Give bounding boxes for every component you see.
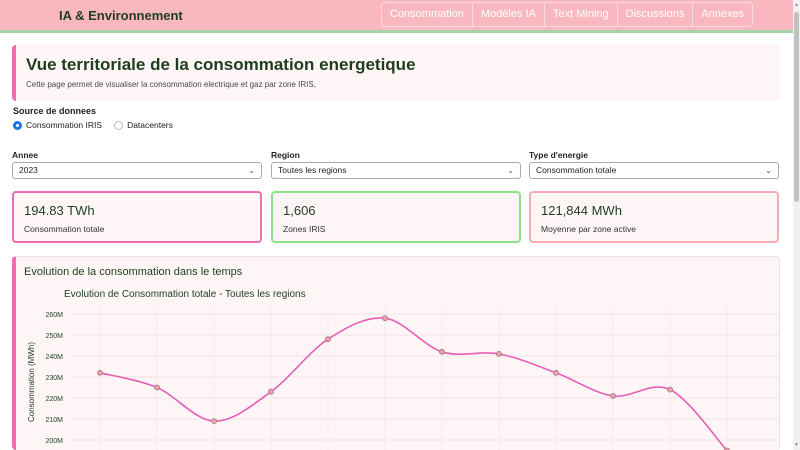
source-radio-group: Consommation IRIS Datacenters bbox=[13, 120, 185, 130]
metric-card-iris-zones: 1,606 Zones IRIS bbox=[271, 191, 521, 243]
metric-card-average: 121,844 MWh Moyenne par zone active bbox=[529, 191, 779, 243]
source-label: Source de donnees bbox=[13, 106, 97, 116]
page-title: Vue territoriale de la consommation ener… bbox=[26, 55, 416, 74]
nav-item-modeles-ia[interactable]: Modèles IA bbox=[473, 3, 546, 26]
scroll-down-arrow-icon[interactable]: ▼ bbox=[794, 442, 799, 448]
brand-title[interactable]: IA & Environnement bbox=[59, 8, 183, 23]
radio-datacenters[interactable] bbox=[114, 120, 124, 130]
metric-label-average: Moyenne par zone active bbox=[541, 224, 636, 234]
nav-menu: Consommation Modèles IA Text Mining Disc… bbox=[381, 2, 754, 27]
y-tick-label-3: 230M bbox=[45, 375, 63, 382]
scroll-thumb[interactable] bbox=[794, 12, 799, 202]
energy-select[interactable]: Consommation totale ⌄ bbox=[529, 162, 779, 179]
data-point-8 bbox=[553, 369, 559, 376]
nav-item-discussions[interactable]: Discussions bbox=[618, 3, 694, 26]
y-tick-label-1: 210M bbox=[45, 417, 63, 424]
data-point-7 bbox=[496, 351, 502, 357]
year-filter: Annee 2023 ⌄ bbox=[12, 150, 262, 179]
metric-value-iris-zones: 1,606 bbox=[283, 203, 316, 218]
metric-value-total: 194.83 TWh bbox=[24, 203, 95, 218]
year-select[interactable]: 2023 ⌄ bbox=[12, 162, 262, 179]
year-value: 2023 bbox=[19, 165, 38, 175]
region-filter: Region Toutes les regions ⌄ bbox=[271, 150, 521, 179]
nav-item-consommation[interactable]: Consommation bbox=[382, 3, 473, 26]
chart-title: Evolution de Consommation totale - Toute… bbox=[64, 289, 306, 300]
metric-card-total: 194.83 TWh Consommation totale bbox=[12, 191, 262, 243]
page-scrollbar[interactable]: ▲ ▼ bbox=[793, 0, 800, 450]
data-point-9 bbox=[610, 392, 616, 399]
data-point-0 bbox=[97, 369, 103, 376]
metric-label-iris-zones: Zones IRIS bbox=[283, 224, 326, 234]
series-line bbox=[99, 317, 728, 450]
chevron-down-icon: ⌄ bbox=[248, 166, 255, 175]
year-label: Annee bbox=[12, 150, 38, 160]
y-tick-label-2: 220M bbox=[45, 396, 63, 403]
navbar: IA & Environnement Consommation Modèles … bbox=[0, 0, 793, 33]
y-tick-label-0: 200M bbox=[45, 438, 63, 445]
data-point-3 bbox=[268, 388, 274, 395]
region-value: Toutes les regions bbox=[278, 165, 347, 175]
data-point-10 bbox=[667, 386, 673, 393]
y-tick-label-5: 250M bbox=[45, 333, 63, 340]
chevron-down-icon: ⌄ bbox=[507, 166, 514, 175]
metric-value-average: 121,844 MWh bbox=[541, 203, 622, 218]
y-tick-label-4: 240M bbox=[45, 354, 63, 361]
metric-label-total: Consommation totale bbox=[24, 224, 105, 234]
data-point-4 bbox=[325, 336, 331, 343]
consumption-line-chart: Evolution de Consommation totale - Toute… bbox=[27, 289, 780, 450]
data-point-2 bbox=[211, 418, 217, 425]
data-point-5 bbox=[382, 315, 388, 322]
header-card: Vue territoriale de la consommation ener… bbox=[12, 45, 780, 101]
chevron-down-icon: ⌄ bbox=[765, 166, 772, 175]
data-point-6 bbox=[439, 348, 445, 355]
nav-item-annexes[interactable]: Annexes bbox=[693, 3, 752, 26]
energy-value: Consommation totale bbox=[536, 165, 617, 175]
radio-label-consommation-iris[interactable]: Consommation IRIS bbox=[26, 120, 102, 130]
region-label: Region bbox=[271, 150, 300, 160]
scroll-up-arrow-icon[interactable]: ▲ bbox=[794, 2, 799, 8]
chart-card: Evolution de la consommation dans le tem… bbox=[12, 256, 780, 450]
energy-label: Type d'energie bbox=[529, 150, 589, 160]
data-point-1 bbox=[154, 384, 160, 391]
y-tick-label-6: 260M bbox=[45, 312, 63, 319]
nav-item-text-mining[interactable]: Text Mining bbox=[545, 3, 618, 26]
region-select[interactable]: Toutes les regions ⌄ bbox=[271, 162, 521, 179]
radio-consommation-iris[interactable] bbox=[13, 120, 22, 130]
page-description: Cette page permet de visualiser la conso… bbox=[26, 80, 316, 89]
chart-y-axis-label: Consommation (MWh) bbox=[27, 342, 36, 422]
radio-label-datacenters[interactable]: Datacenters bbox=[127, 120, 173, 130]
energy-filter: Type d'energie Consommation totale ⌄ bbox=[529, 150, 779, 179]
